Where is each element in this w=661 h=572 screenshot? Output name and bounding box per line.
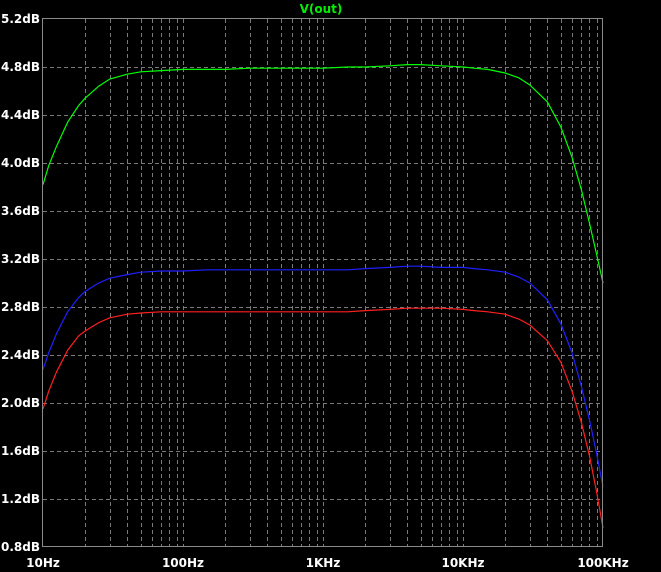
y-tick-label: 1.6dB xyxy=(1,444,40,458)
y-tick-label: 2.8dB xyxy=(1,300,40,314)
x-tick-label: 100Hz xyxy=(162,556,204,570)
y-tick-label: 4.0dB xyxy=(1,156,40,170)
y-tick-label: 3.2dB xyxy=(1,252,40,266)
x-tick-label: 10KHz xyxy=(441,556,484,570)
x-tick-label: 100KHz xyxy=(577,556,628,570)
bode-plot: V(out) 0.8dB 1.2dB 1.6dB 2.0dB 2.4dB 2.8dB 3.2… xyxy=(1,2,629,570)
y-tick-label: 1.2dB xyxy=(1,492,40,506)
x-tick-label: 10Hz xyxy=(26,556,60,570)
y-tick-label: 2.4dB xyxy=(1,348,40,362)
x-axis-ticks: 10Hz 100Hz 1KHz 10KHz 100KHz xyxy=(26,556,629,570)
plot-frame xyxy=(42,18,603,547)
x-tick-label: 1KHz xyxy=(306,556,341,570)
chart-title: V(out) xyxy=(300,2,343,16)
y-tick-label: 4.8dB xyxy=(1,60,40,74)
y-axis-ticks: 0.8dB 1.2dB 1.6dB 2.0dB 2.4dB 2.8dB 3.2dB 3.6dB… xyxy=(1,12,40,554)
y-tick-label: 3.6dB xyxy=(1,204,40,218)
y-tick-label: 2.0dB xyxy=(1,396,40,410)
y-tick-label: 5.2dB xyxy=(1,12,40,26)
grid xyxy=(43,19,603,547)
y-tick-label: 0.8dB xyxy=(1,540,40,554)
y-tick-label: 4.4dB xyxy=(1,108,40,122)
